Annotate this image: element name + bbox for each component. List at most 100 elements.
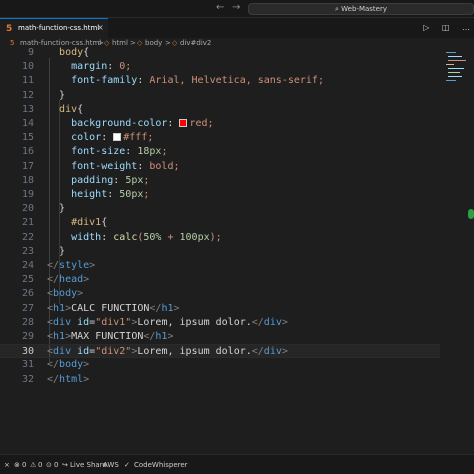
code-text: <h1>MAX FUNCTION</h1>: [47, 331, 174, 342]
line-number: 10: [21, 61, 34, 73]
error-count[interactable]: 0: [22, 461, 26, 469]
code-text: <div id="div1">Lorem, ipsum dolor.</div>: [47, 316, 288, 328]
line-number: 22: [21, 231, 34, 243]
tab-math-function-css[interactable]: 5 math-function-css.html ×: [0, 18, 108, 38]
code-text: </head>: [47, 274, 90, 286]
codewhisperer-icon[interactable]: ✓: [124, 461, 130, 469]
code-text: font-size: 18px;: [71, 146, 168, 158]
line-number: 17: [21, 160, 34, 172]
line-number: 28: [21, 316, 34, 328]
scroll-marker[interactable]: [468, 209, 474, 219]
color-swatch-icon[interactable]: [179, 119, 188, 127]
code-line[interactable]: 20 }: [0, 202, 440, 216]
code-text: background-color: red;: [71, 118, 214, 129]
live-share-icon[interactable]: ↪: [62, 461, 68, 469]
line-number: 24: [21, 260, 34, 271]
code-line[interactable]: 13 div{: [0, 103, 440, 117]
ports-icon[interactable]: ⊙: [46, 461, 52, 469]
tab-filename: math-function-css.html: [18, 24, 100, 32]
code-text: </html>: [47, 373, 90, 385]
code-text: </style>: [47, 260, 96, 271]
live-share-label[interactable]: Live Share: [70, 461, 107, 469]
line-number: 15: [21, 132, 34, 144]
remote-icon[interactable]: ⨯: [4, 461, 10, 469]
code-text: #div1{: [71, 217, 108, 229]
ports-count[interactable]: 0: [54, 461, 58, 469]
codewhisperer-label[interactable]: CodeWhisperer: [134, 461, 188, 469]
code-line[interactable]: 19 height: 50px;: [0, 188, 440, 202]
code-text: body{: [59, 47, 90, 58]
title-bar: ← → ⌕ Web-Mastery: [0, 0, 474, 18]
code-line[interactable]: 26 <body>: [0, 287, 440, 301]
code-line[interactable]: 18 padding: 5px;: [0, 174, 440, 188]
code-line[interactable]: 12 }: [0, 89, 440, 103]
more-actions-icon[interactable]: …: [462, 23, 470, 32]
aws-label[interactable]: AWS: [103, 461, 119, 469]
line-number: 16: [21, 146, 34, 158]
code-line[interactable]: 24 </style>: [0, 259, 440, 273]
code-text: </body>: [47, 359, 90, 371]
code-text: color: #fff;: [71, 132, 154, 144]
line-number: 29: [21, 331, 34, 342]
line-number: 23: [21, 245, 34, 257]
code-line[interactable]: 15 color: #fff;: [0, 131, 440, 145]
close-icon[interactable]: ×: [97, 23, 104, 32]
code-line[interactable]: 29 <h1>MAX FUNCTION</h1>: [0, 330, 440, 344]
line-number: 26: [21, 288, 34, 300]
code-line[interactable]: 25 </head>: [0, 273, 440, 287]
line-number: 31: [21, 359, 34, 371]
line-number: 9: [27, 47, 34, 58]
code-line[interactable]: 14 background-color: red;: [0, 117, 440, 131]
warning-count[interactable]: 0: [38, 461, 42, 469]
code-text: }: [59, 203, 66, 215]
code-line[interactable]: 22 width: calc(50% + 100px);: [0, 231, 440, 245]
code-text: }: [59, 245, 66, 257]
code-text: height: 50px;: [71, 189, 150, 200]
line-number: 32: [21, 373, 34, 385]
line-number: 11: [21, 75, 34, 87]
code-text: <div id="div2">Lorem, ipsum dolor.</div>: [47, 346, 288, 358]
code-text: width: calc(50% + 100px);: [71, 231, 222, 243]
code-text: <body>: [47, 288, 84, 300]
arrow-left-icon[interactable]: ←: [216, 2, 224, 13]
color-swatch-icon[interactable]: [113, 133, 122, 142]
error-icon[interactable]: ⊗: [14, 461, 20, 469]
code-line[interactable]: 21 #div1{: [0, 216, 440, 230]
status-bar: ⨯ ⊗ 0 ⚠ 0 ⊙ 0 ↪ Live Share AWS ✓ CodeWhi…: [0, 454, 474, 474]
code-line[interactable]: 28 <div id="div1">Lorem, ipsum dolor.</di…: [0, 316, 440, 330]
split-editor-icon[interactable]: ◫: [442, 23, 450, 32]
code-text: }: [59, 89, 66, 101]
code-line[interactable]: 16 font-size: 18px;: [0, 145, 440, 159]
code-text: font-family: Arial, Helvetica, sans-seri…: [71, 75, 324, 87]
arrow-right-icon[interactable]: →: [232, 2, 240, 13]
code-line[interactable]: 32 </html>: [0, 373, 440, 387]
code-text: div{: [59, 103, 84, 115]
code-line[interactable]: 30 <div id="div2">Lorem, ipsum dolor.</di…: [0, 344, 440, 359]
code-text: <h1>CALC FUNCTION</h1>: [47, 302, 180, 314]
line-number: 18: [21, 174, 34, 186]
warning-icon[interactable]: ⚠: [30, 461, 36, 469]
code-line[interactable]: 10 margin: 0;: [0, 60, 440, 74]
search-text: Web-Mastery: [341, 5, 387, 13]
minimap[interactable]: [444, 50, 470, 110]
line-number: 25: [21, 274, 34, 286]
line-number: 13: [21, 103, 34, 115]
line-number: 14: [21, 118, 34, 129]
code-text: margin: 0;: [71, 61, 132, 73]
code-line[interactable]: 17 font-weight: bold;: [0, 160, 440, 174]
code-line[interactable]: 27 <h1>CALC FUNCTION</h1>: [0, 302, 440, 316]
line-number: 21: [21, 217, 34, 229]
code-line[interactable]: 31 </body>: [0, 358, 440, 372]
code-line[interactable]: 9 body{: [0, 46, 440, 60]
code-editor[interactable]: 9 body{10 margin: 0; 11 font-family: Aria…: [0, 47, 474, 450]
html-file-icon: 5: [6, 24, 13, 34]
line-number: 20: [21, 203, 34, 215]
line-number: 12: [21, 89, 34, 101]
code-line[interactable]: 11 font-family: Arial, Helvetica, sans-s…: [0, 74, 440, 88]
code-text: padding: 5px;: [71, 174, 150, 186]
code-line[interactable]: 23 }: [0, 245, 440, 259]
tab-bar: 5 math-function-css.html × ▷ ◫ …: [0, 18, 474, 38]
command-center-search[interactable]: ⌕ Web-Mastery: [248, 3, 474, 15]
line-number: 19: [21, 189, 34, 200]
run-icon[interactable]: ▷: [423, 23, 429, 32]
